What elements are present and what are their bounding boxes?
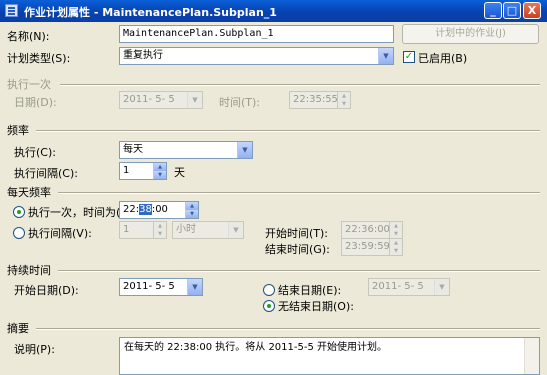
scrollbar[interactable]: [524, 338, 539, 374]
start-date-picker[interactable]: 2011- 5- 5 ▼: [119, 278, 203, 296]
end-date-radio[interactable]: [263, 284, 275, 296]
duration-header: 持续时间: [7, 264, 51, 277]
occurs-label: 执行(C):: [14, 146, 56, 159]
daily-frequency-header: 每天频率: [7, 186, 51, 199]
occurs-once-time-input[interactable]: 22:38:00 ▲ ▼: [119, 201, 199, 219]
recurs-every-value: 1: [123, 165, 130, 176]
close-button[interactable]: X: [523, 2, 541, 19]
chevron-down-icon[interactable]: ▼: [187, 279, 202, 295]
enabled-checkbox[interactable]: ✓: [403, 51, 415, 63]
one-time-date-value: 2011- 5- 5: [123, 94, 175, 105]
occurs-every-label: 执行间隔(V):: [28, 227, 92, 240]
one-time-date-picker[interactable]: 2011- 5- 5 ▼: [119, 91, 203, 109]
occurs-dropdown[interactable]: 每天 ▼: [119, 141, 253, 159]
schedule-type-value: 重复执行: [123, 50, 163, 61]
frequency-header: 频率: [7, 124, 29, 137]
spin-buttons[interactable]: ▲ ▼: [389, 222, 402, 238]
name-input[interactable]: MaintenancePlan.Subplan_1: [119, 25, 394, 43]
start-time-input[interactable]: 22:36:00 ▲ ▼: [341, 221, 403, 239]
minimize-button[interactable]: _: [484, 2, 502, 19]
title-bar[interactable]: 作业计划属性 - MaintenancePlan.Subplan_1 _ □ X: [0, 0, 547, 22]
occurs-value: 每天: [123, 144, 143, 155]
schedule-type-dropdown[interactable]: 重复执行 ▼: [119, 47, 394, 65]
description-text: 在每天的 22:38:00 执行。将从 2011-5-5 开始使用计划。: [124, 342, 388, 353]
occurs-once-second: :00: [151, 204, 168, 215]
end-time-label: 结束时间(G):: [265, 243, 330, 256]
end-date-value: 2011- 5- 5: [372, 281, 424, 292]
no-end-date-label: 无结束日期(O):: [278, 300, 354, 313]
start-date-value: 2011- 5- 5: [123, 281, 175, 292]
divider: [36, 130, 540, 132]
spin-buttons[interactable]: ▲ ▼: [389, 239, 402, 255]
occurs-every-radio[interactable]: [13, 227, 25, 239]
summary-header: 摘要: [7, 322, 29, 335]
one-time-date-label: 日期(D):: [14, 96, 57, 109]
enabled-label: 已启用(B): [418, 52, 468, 65]
spin-buttons[interactable]: ▲ ▼: [185, 202, 198, 218]
schedule-type-label: 计划类型(S):: [7, 52, 71, 65]
chevron-down-icon[interactable]: ▼: [378, 48, 393, 64]
end-time-value: 23:59:59: [345, 241, 390, 252]
divider: [60, 84, 540, 86]
one-time-time-input[interactable]: 22:35:55 ▲ ▼: [289, 91, 351, 109]
occurs-once-hour: 22:: [123, 204, 140, 215]
divider: [58, 192, 540, 194]
maximize-button[interactable]: □: [503, 2, 521, 19]
name-label: 名称(N):: [7, 30, 50, 43]
spin-buttons[interactable]: ▲ ▼: [153, 163, 166, 179]
window-icon: [5, 4, 18, 17]
one-time-time-label: 时间(T):: [219, 96, 261, 109]
recurs-unit: 天: [174, 166, 185, 179]
window-title: 作业计划属性 - MaintenancePlan.Subplan_1: [24, 6, 277, 19]
occurs-every-value: 1: [123, 224, 130, 235]
spin-buttons[interactable]: ▲ ▼: [153, 222, 166, 238]
end-date-label: 结束日期(E):: [278, 284, 342, 297]
recurs-every-input[interactable]: 1 ▲ ▼: [119, 162, 167, 180]
start-time-label: 开始时间(T):: [265, 227, 329, 240]
spin-buttons[interactable]: ▲ ▼: [337, 92, 350, 108]
divider: [58, 270, 540, 272]
occurs-once-radio[interactable]: [13, 206, 25, 218]
chevron-down-icon[interactable]: ▼: [434, 279, 449, 295]
recurs-label: 执行间隔(C):: [14, 167, 78, 180]
one-time-header: 执行一次: [7, 78, 51, 91]
one-time-time-value: 22:35:55: [293, 94, 338, 105]
end-date-picker[interactable]: 2011- 5- 5 ▼: [368, 278, 450, 296]
occurs-once-minute: 38: [139, 204, 152, 215]
end-time-input[interactable]: 23:59:59 ▲ ▼: [341, 238, 403, 256]
occurs-every-input[interactable]: 1 ▲ ▼: [119, 221, 167, 239]
description-label: 说明(P):: [14, 343, 55, 356]
chevron-down-icon[interactable]: ▼: [237, 142, 252, 158]
occurs-every-unit-value: 小时: [176, 224, 196, 235]
start-time-value: 22:36:00: [345, 224, 390, 235]
start-date-label: 开始日期(D):: [14, 284, 79, 297]
chevron-down-icon[interactable]: ▼: [228, 222, 243, 238]
chevron-down-icon[interactable]: ▼: [187, 92, 202, 108]
description-textarea[interactable]: 在每天的 22:38:00 执行。将从 2011-5-5 开始使用计划。: [119, 337, 540, 375]
occurs-every-unit-dropdown[interactable]: 小时 ▼: [172, 221, 244, 239]
no-end-date-radio[interactable]: [263, 300, 275, 312]
divider: [36, 328, 540, 330]
jobs-in-schedule-button[interactable]: 计划中的作业(J): [402, 24, 539, 44]
